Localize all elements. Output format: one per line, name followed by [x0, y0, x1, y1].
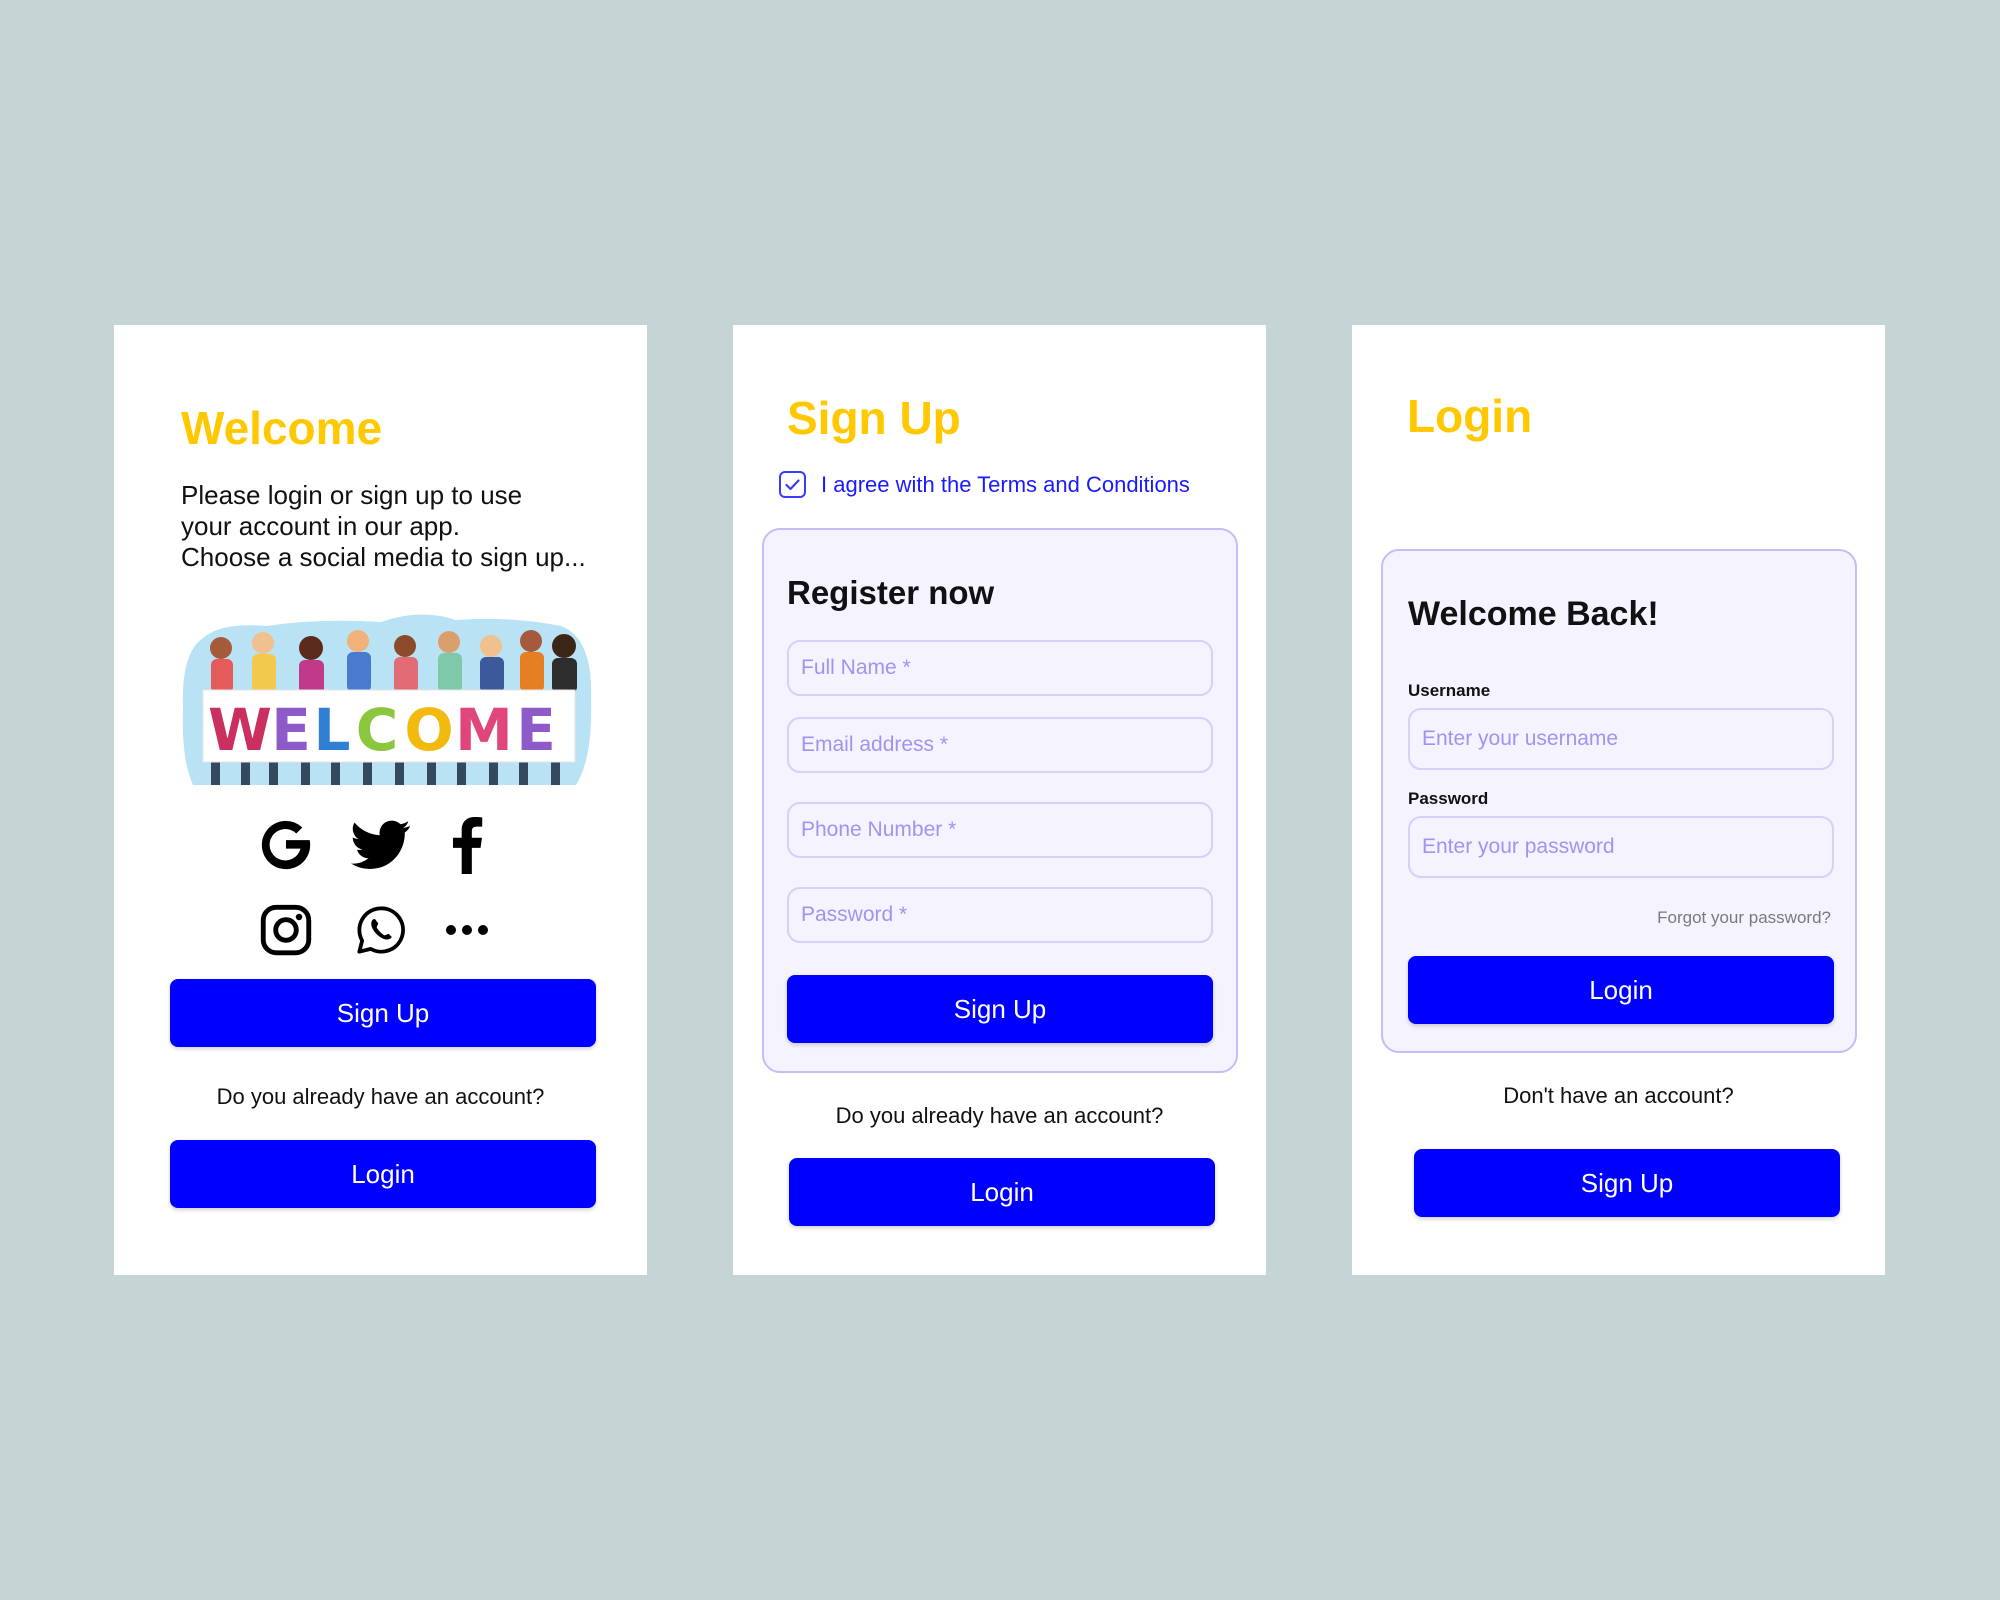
- account-prompt: Do you already have an account?: [216, 1084, 545, 1109]
- account-prompt: Do you already have an account?: [835, 1103, 1164, 1128]
- register-card: Register now Sign Up: [762, 528, 1238, 1073]
- intro-line-1: Please login or sign up to use: [181, 480, 523, 510]
- welcome-illustration: W E L C O M E: [182, 614, 592, 785]
- welcome-back-heading: Welcome Back!: [1408, 595, 1659, 633]
- full-name-field[interactable]: [787, 640, 1213, 696]
- signup-button[interactable]: Sign Up: [1414, 1149, 1840, 1217]
- login-submit-button[interactable]: Login: [1408, 956, 1834, 1024]
- login-button[interactable]: Login: [170, 1140, 596, 1208]
- twitter-icon[interactable]: [351, 815, 411, 875]
- login-screen: Login Welcome Back! Username Password Fo…: [1352, 325, 1885, 1275]
- signup-title: Sign Up: [787, 392, 961, 444]
- forgot-password-link[interactable]: Forgot your password?: [1657, 908, 1831, 928]
- signup-button[interactable]: Sign Up: [170, 979, 596, 1047]
- svg-text:E: E: [271, 696, 311, 764]
- signup-screen: Sign Up I agree with the Terms and Condi…: [733, 325, 1266, 1275]
- welcome-screen: Welcome Please login or sign up to use y…: [114, 325, 647, 1275]
- email-field[interactable]: [787, 717, 1213, 773]
- account-prompt: Don't have an account?: [1503, 1083, 1734, 1108]
- login-title: Login: [1407, 390, 1533, 442]
- login-button[interactable]: Login: [789, 1158, 1215, 1226]
- welcome-title: Welcome: [181, 402, 383, 454]
- password-field[interactable]: [787, 887, 1213, 943]
- terms-checkbox[interactable]: [779, 471, 806, 498]
- svg-text:C: C: [356, 696, 399, 764]
- whatsapp-icon[interactable]: [351, 900, 411, 960]
- instagram-icon[interactable]: [256, 900, 316, 960]
- login-card: Welcome Back! Username Password Forgot y…: [1381, 549, 1857, 1053]
- intro-line-2: your account in our app.: [181, 511, 460, 541]
- more-icon[interactable]: [437, 900, 497, 960]
- intro-text: Please login or sign up to use your acco…: [181, 480, 601, 573]
- terms-agreement[interactable]: I agree with the Terms and Conditions: [779, 471, 1190, 498]
- password-label: Password: [1408, 789, 1489, 808]
- register-heading: Register now: [787, 574, 995, 611]
- facebook-icon[interactable]: [437, 815, 497, 875]
- terms-label: I agree with the Terms and Conditions: [821, 471, 1190, 497]
- svg-text:O: O: [404, 696, 453, 764]
- phone-number-field[interactable]: [787, 802, 1213, 858]
- svg-text:M: M: [455, 696, 513, 764]
- svg-text:L: L: [314, 696, 351, 764]
- svg-text:E: E: [516, 696, 556, 764]
- checkmark-icon: [785, 478, 800, 490]
- username-label: Username: [1408, 681, 1491, 700]
- google-icon[interactable]: [256, 815, 316, 875]
- svg-text:W: W: [208, 696, 272, 764]
- username-field[interactable]: [1408, 708, 1834, 770]
- intro-line-3: Choose a social media to sign up...: [181, 542, 586, 572]
- password-field[interactable]: [1408, 816, 1834, 878]
- register-signup-button[interactable]: Sign Up: [787, 975, 1213, 1043]
